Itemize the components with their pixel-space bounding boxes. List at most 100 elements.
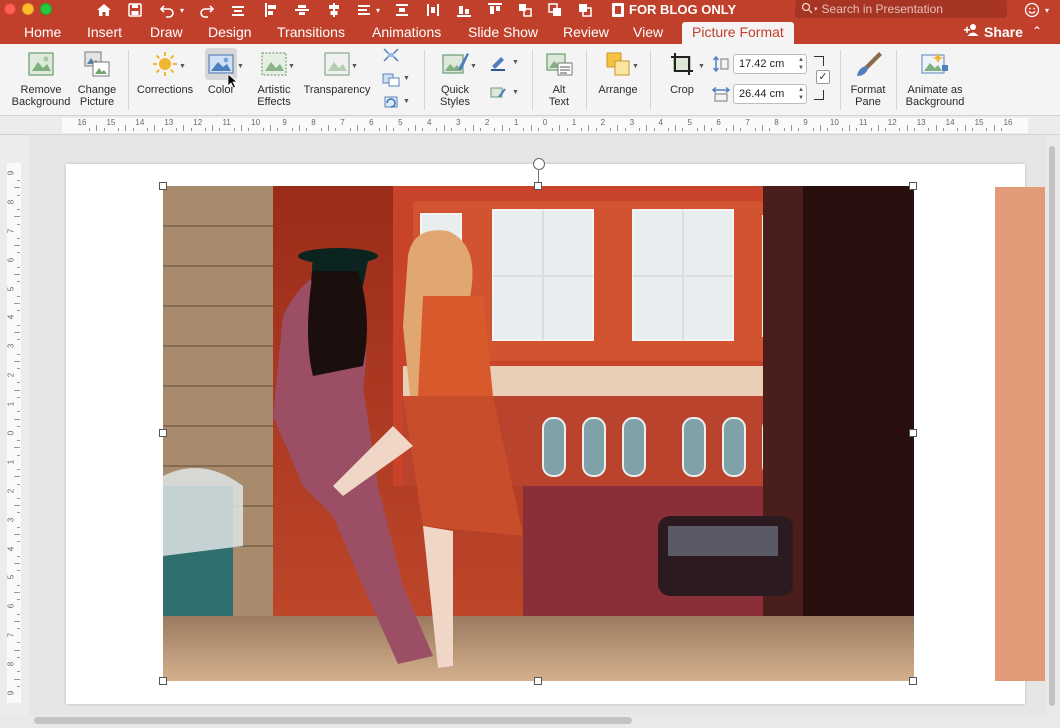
vertical-scroll-thumb[interactable] [1049,146,1055,706]
rotate-handle[interactable] [533,158,545,170]
ruler-tick [17,382,20,384]
transparency-dropdown-icon[interactable]: ▼ [351,63,358,70]
save-icon[interactable] [126,1,144,19]
artistic-effects-dropdown-icon[interactable]: ▼ [288,63,295,70]
arrange-dropdown-icon[interactable]: ▼ [632,63,639,70]
ruler-tick [349,128,351,131]
quick-styles-dropdown-icon[interactable]: ▼ [470,63,477,70]
format-pane-button[interactable]: Format Pane [846,48,890,108]
align-top-icon[interactable] [229,1,247,19]
feedback-dropdown-icon[interactable]: ▾ [1042,1,1052,19]
collapse-ribbon-icon[interactable]: ⌃ [1032,24,1042,38]
width-input[interactable]: 26.44 cm ▲ ▼ [733,84,807,104]
tab-design[interactable]: Design [208,23,252,44]
ruler-label: 8 [6,661,16,667]
tab-draw[interactable]: Draw [150,23,183,44]
align-middle-icon[interactable] [293,1,311,19]
tab-view[interactable]: View [633,23,663,44]
reset-picture-dropdown-icon[interactable]: ▼ [403,98,410,105]
tab-transitions[interactable]: Transitions [277,23,345,44]
search-options-icon[interactable]: ▾ [814,5,818,13]
distribute-vertical-icon[interactable] [393,1,411,19]
align-center-icon[interactable] [325,1,343,19]
crop-button[interactable]: Crop [660,48,704,96]
align-bottom-icon[interactable] [455,1,473,19]
ribbon-separator [586,50,587,110]
resize-handle-bottom[interactable] [534,677,542,685]
redo-icon[interactable] [198,1,216,19]
vertical-ruler[interactable]: 9 8 7 6 5 4 3 2 1 0 1 2 3 4 5 6 7 8 9 [0,135,28,715]
picture-effects-icon[interactable] [487,84,509,102]
resize-handle-top[interactable] [534,182,542,190]
ruler-tick [848,125,850,131]
close-window-button[interactable] [4,3,16,15]
peach-rectangle-shape[interactable] [995,187,1045,681]
reset-picture-icon[interactable] [380,93,402,111]
align-right-icon[interactable] [355,1,373,19]
group-icon[interactable] [516,1,534,19]
bring-forward-icon[interactable] [546,1,564,19]
resize-handle-bottom-left[interactable] [159,677,167,685]
resize-handle-bottom-right[interactable] [909,677,917,685]
lock-aspect-ratio-checkbox[interactable]: ✓ [816,70,830,84]
vertical-scrollbar[interactable] [1047,140,1057,710]
artistic-effects-button[interactable]: Artistic Effects [252,48,296,108]
tab-slide-show[interactable]: Slide Show [468,23,538,44]
share-button[interactable]: Share [964,23,1023,40]
tab-picture-format[interactable]: Picture Format [682,22,794,44]
tab-animations[interactable]: Animations [372,23,441,44]
height-input[interactable]: 17.42 cm ▲ ▼ [733,54,807,74]
crop-dropdown-icon[interactable]: ▼ [698,63,705,70]
search-input[interactable] [821,2,1002,16]
change-picture-button[interactable]: Change Picture [73,48,121,108]
home-icon[interactable] [95,1,113,19]
picture-border-dropdown-icon[interactable]: ▼ [512,59,519,66]
ruler-tick [581,128,583,131]
undo-dropdown-icon[interactable]: ▾ [177,1,187,19]
picture-border-icon[interactable] [487,54,509,72]
align-top-edge-icon[interactable] [486,1,504,19]
arrange-button[interactable]: Arrange [594,48,642,96]
quick-styles-button[interactable]: Quick Styles [432,48,478,108]
remove-background-button[interactable]: Remove Background [10,48,72,108]
distribute-horizontal-icon[interactable] [424,1,442,19]
height-stepper[interactable]: ▲ ▼ [798,56,804,72]
change-picture-dropdown-icon[interactable]: ▼ [403,75,410,82]
change-picture-small-icon[interactable] [380,70,402,88]
selected-picture[interactable] [163,186,914,681]
ruler-tick [17,526,20,528]
transparency-button[interactable]: Transparency [302,48,372,96]
ruler-tick [856,128,858,131]
minimize-window-button[interactable] [22,3,34,15]
compress-pictures-icon[interactable] [380,46,402,64]
corrections-dropdown-icon[interactable]: ▼ [179,63,186,70]
maximize-window-button[interactable] [40,3,52,15]
tab-review[interactable]: Review [563,23,609,44]
send-backward-icon[interactable] [576,1,594,19]
undo-icon[interactable] [158,1,176,19]
align-left-icon[interactable] [261,1,279,19]
horizontal-scrollbar[interactable] [30,714,1046,726]
picture-effects-dropdown-icon[interactable]: ▼ [512,89,519,96]
align-dropdown-icon[interactable]: ▾ [373,1,383,19]
tab-home[interactable]: Home [24,23,61,44]
resize-handle-right[interactable] [909,429,917,437]
ruler-tick [870,128,872,131]
tab-insert[interactable]: Insert [87,23,122,44]
document-title: FOR BLOG ONLY [612,2,736,17]
horizontal-ruler[interactable]: 16 15 14 13 12 11 10 9 8 7 6 5 4 3 2 1 0 1 2 3 4 5 6 7 8 9 10 11 12 1… [0,116,1060,135]
width-stepper[interactable]: ▲ ▼ [798,86,804,102]
ribbon-separator [532,50,533,110]
color-dropdown-icon[interactable]: ▼ [237,63,244,70]
corrections-button[interactable]: Corrections [134,48,196,96]
ruler-label: 1 [513,118,519,127]
animate-as-background-button[interactable]: Animate as Background [902,48,968,108]
smiley-icon[interactable] [1022,0,1042,20]
alt-text-button[interactable]: Alt Text [540,48,578,108]
resize-handle-left[interactable] [159,429,167,437]
resize-handle-top-left[interactable] [159,182,167,190]
search-box[interactable]: ▾ [795,0,1007,18]
resize-handle-top-right[interactable] [909,182,917,190]
horizontal-scroll-thumb[interactable] [34,717,632,724]
ruler-tick [472,125,474,131]
